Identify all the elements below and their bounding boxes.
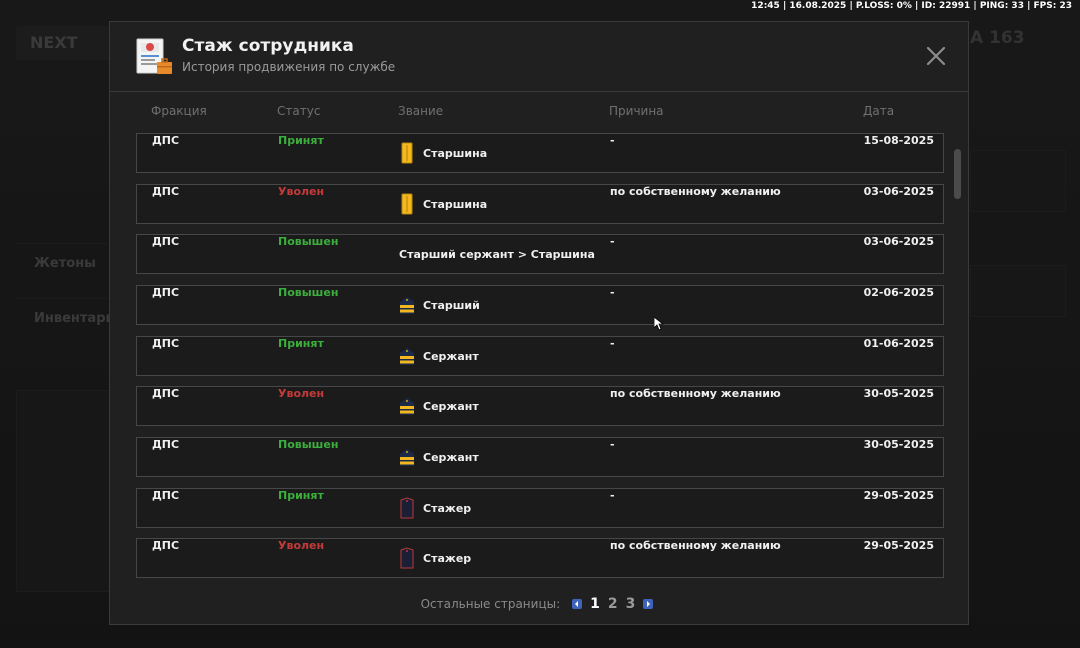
cell-rank: Сержант bbox=[399, 438, 479, 476]
next-page-icon[interactable] bbox=[643, 599, 654, 609]
cell-reason: по собственному желанию bbox=[610, 185, 781, 198]
cell-faction: ДПС bbox=[152, 539, 180, 552]
cell-date: 01-06-2025 bbox=[863, 337, 934, 350]
cell-date: 29-05-2025 bbox=[863, 539, 934, 552]
cell-faction: ДПС bbox=[152, 185, 180, 198]
cell-reason: по собственному желанию bbox=[610, 539, 781, 552]
table-row: ДПС Повышен Старший сержант > Старшина -… bbox=[136, 234, 944, 274]
cell-reason: - bbox=[610, 438, 615, 451]
table-row: ДПС Повышен Старший - 02-06-2025 bbox=[136, 285, 944, 325]
cell-rank: Сержант bbox=[399, 337, 479, 375]
cell-rank: Старшина bbox=[399, 185, 487, 223]
cell-faction: ДПС bbox=[152, 235, 180, 248]
cell-reason: по собственному желанию bbox=[610, 387, 781, 400]
rank-trainee-icon bbox=[399, 497, 415, 519]
cell-faction: ДПС bbox=[152, 337, 180, 350]
column-header-reason: Причина bbox=[609, 104, 664, 118]
cell-status: Уволен bbox=[278, 387, 325, 400]
cell-rank-label: Сержант bbox=[423, 450, 479, 464]
cell-date: 02-06-2025 bbox=[863, 286, 934, 299]
cell-rank: Старшина bbox=[399, 134, 487, 172]
cell-date: 29-05-2025 bbox=[863, 489, 934, 502]
cell-rank-label: Сержант bbox=[423, 349, 479, 363]
table-row: ДПС Принят Сержант - 01-06-2025 bbox=[136, 336, 944, 376]
cell-rank-label: Сержант bbox=[423, 399, 479, 413]
cell-date: 30-05-2025 bbox=[863, 387, 934, 400]
cell-faction: ДПС bbox=[152, 387, 180, 400]
cell-rank: Стажер bbox=[399, 489, 471, 527]
cell-rank-label: Старший сержант > Старшина bbox=[399, 247, 595, 261]
cell-status: Повышен bbox=[278, 235, 339, 248]
prev-page-icon[interactable] bbox=[572, 599, 583, 609]
cell-status: Уволен bbox=[278, 539, 325, 552]
cell-rank: Старший сержант > Старшина bbox=[399, 235, 595, 273]
page-1-button[interactable]: 1 bbox=[590, 596, 600, 612]
cell-rank-label: Старшина bbox=[423, 197, 488, 211]
rank-stripes-icon bbox=[399, 395, 415, 417]
cell-rank: Сержант bbox=[399, 387, 479, 425]
cell-status: Повышен bbox=[278, 286, 339, 299]
cell-date: 30-05-2025 bbox=[863, 438, 934, 451]
column-header-status: Статус bbox=[277, 104, 321, 118]
mouse-cursor-icon bbox=[654, 317, 664, 331]
cell-date: 03-06-2025 bbox=[863, 235, 934, 248]
modal-header: Стаж сотрудника История продвижения по с… bbox=[110, 22, 968, 92]
table-row: ДПС Уволен Старшина по собственному жела… bbox=[136, 184, 944, 224]
column-header-faction: Фракция bbox=[151, 104, 207, 118]
column-header-rank: Звание bbox=[398, 104, 444, 118]
cell-status: Принят bbox=[278, 134, 324, 147]
cell-rank-label: Стажер bbox=[423, 551, 472, 565]
status-bar: 12:45 | 16.08.2025 | P.LOSS: 0% | ID: 22… bbox=[751, 1, 1072, 11]
cell-faction: ДПС bbox=[152, 489, 180, 502]
cell-rank-label: Стажер bbox=[423, 501, 472, 515]
modal-subtitle: История продвижения по службе bbox=[182, 60, 396, 74]
rank-stripes-icon bbox=[399, 345, 415, 367]
cell-faction: ДПС bbox=[152, 134, 180, 147]
table-header: Фракция Статус Звание Причина Дата bbox=[136, 104, 944, 122]
cell-rank-label: Старшина bbox=[423, 146, 488, 160]
cell-rank: Стажер bbox=[399, 539, 471, 577]
pagination-label: Остальные страницы: bbox=[420, 597, 561, 611]
cell-reason: - bbox=[610, 235, 615, 248]
cell-reason: - bbox=[610, 134, 615, 147]
table-row: ДПС Уволен Стажер по собственному желани… bbox=[136, 538, 944, 578]
page-3-button[interactable]: 3 bbox=[626, 596, 636, 612]
cell-status: Принят bbox=[278, 337, 324, 350]
table-row: ДПС Принят Старшина - 15-08-2025 bbox=[136, 133, 944, 173]
modal-title: Стаж сотрудника bbox=[182, 36, 354, 56]
cell-status: Повышен bbox=[278, 438, 339, 451]
rank-starshina-icon bbox=[399, 193, 415, 215]
cell-reason: - bbox=[610, 489, 615, 502]
table-row: ДПС Повышен Сержант - 30-05-2025 bbox=[136, 437, 944, 477]
cell-faction: ДПС bbox=[152, 438, 180, 451]
table-row: ДПС Уволен Сержант по собственному желан… bbox=[136, 386, 944, 426]
scrollbar-thumb[interactable] bbox=[954, 149, 961, 199]
column-header-date: Дата bbox=[863, 104, 895, 118]
rank-starshina-icon bbox=[399, 142, 415, 164]
close-icon[interactable] bbox=[924, 44, 948, 68]
rank-stripes-icon bbox=[399, 446, 415, 468]
cell-rank: Старший bbox=[399, 286, 480, 324]
cell-rank-label: Старший bbox=[423, 298, 480, 312]
rank-trainee-icon bbox=[399, 547, 415, 569]
cell-status: Принят bbox=[278, 489, 324, 502]
cell-reason: - bbox=[610, 337, 615, 350]
rank-stripes-icon bbox=[399, 294, 415, 316]
cell-date: 03-06-2025 bbox=[863, 185, 934, 198]
pagination: Остальные страницы: 1 2 3 bbox=[110, 596, 968, 612]
table-row: ДПС Принят Стажер - 29-05-2025 bbox=[136, 488, 944, 528]
cell-date: 15-08-2025 bbox=[863, 134, 934, 147]
cell-faction: ДПС bbox=[152, 286, 180, 299]
cell-reason: - bbox=[610, 286, 615, 299]
cell-status: Уволен bbox=[278, 185, 325, 198]
staff-history-modal: Стаж сотрудника История продвижения по с… bbox=[109, 21, 969, 625]
page-2-button[interactable]: 2 bbox=[608, 596, 618, 612]
document-icon bbox=[136, 38, 172, 74]
